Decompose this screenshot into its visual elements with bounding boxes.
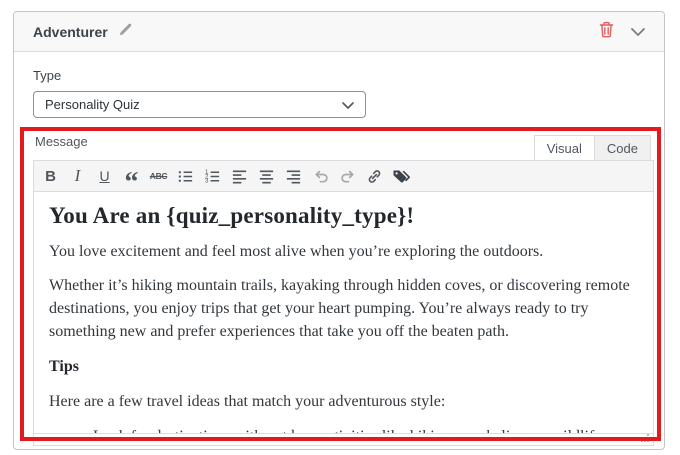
bullet-list-icon	[177, 168, 194, 185]
tab-code[interactable]: Code	[595, 135, 651, 160]
editor-content-area[interactable]: You Are an {quiz_personality_type}! You …	[34, 192, 653, 433]
quiz-result-panel: Adventurer	[13, 11, 665, 450]
strikethrough-icon: ABC	[150, 171, 168, 181]
tag-icon	[392, 168, 411, 185]
italic-button[interactable]: I	[67, 165, 89, 187]
edit-title-button[interactable]	[118, 21, 134, 42]
align-left-icon	[231, 168, 248, 185]
chevron-down-icon	[631, 23, 645, 41]
strikethrough-button[interactable]: ABC	[148, 165, 170, 187]
undo-icon	[312, 167, 330, 185]
tag-button[interactable]	[391, 165, 413, 187]
editor-toolbar: B I U “ ABC	[34, 161, 653, 192]
select-chevron-down-icon	[342, 97, 354, 112]
bullet-list-button[interactable]	[175, 165, 197, 187]
blockquote-button[interactable]: “	[121, 165, 143, 187]
blockquote-icon: “	[125, 178, 139, 188]
numbered-list-button[interactable]: 1 2 3	[202, 165, 224, 187]
bold-button[interactable]: B	[40, 165, 62, 187]
panel-title: Adventurer	[33, 24, 108, 40]
pencil-icon	[118, 21, 134, 42]
link-button[interactable]	[364, 165, 386, 187]
redo-button[interactable]	[337, 165, 359, 187]
tips-list-item: Look for destinations with outdoor activ…	[93, 425, 638, 433]
panel-body: Type Personality Quiz Message Visual Cod…	[14, 52, 664, 446]
message-header: Message Visual Code	[33, 133, 654, 160]
tab-visual[interactable]: Visual	[534, 135, 595, 160]
result-heading: You Are an {quiz_personality_type}!	[49, 202, 638, 229]
result-paragraph-1: You love excitement and feel most alive …	[49, 240, 638, 263]
delete-button[interactable]	[599, 21, 614, 43]
underline-button[interactable]: U	[94, 165, 116, 187]
tips-subheading: Tips	[49, 355, 638, 378]
type-select[interactable]: Personality Quiz	[33, 91, 366, 118]
trash-icon	[599, 21, 614, 43]
resize-grabber-icon[interactable]	[647, 440, 649, 442]
message-label: Message	[35, 134, 88, 149]
type-select-value: Personality Quiz	[45, 97, 140, 112]
align-right-icon	[285, 168, 302, 185]
result-paragraph-2: Whether it’s hiking mountain trails, kay…	[49, 274, 638, 343]
numbered-list-icon: 1 2 3	[204, 168, 221, 185]
italic-icon: I	[75, 166, 81, 186]
undo-button[interactable]	[310, 165, 332, 187]
editor-statusbar	[34, 433, 653, 445]
collapse-button[interactable]	[631, 23, 645, 41]
bold-icon: B	[45, 168, 56, 185]
result-paragraph-3: Here are a few travel ideas that match y…	[49, 390, 638, 413]
underline-icon: U	[99, 168, 109, 184]
panel-header: Adventurer	[14, 12, 664, 52]
editor-tabs: Visual Code	[534, 135, 651, 160]
type-label: Type	[33, 68, 654, 83]
tips-list: Look for destinations with outdoor activ…	[49, 425, 638, 433]
message-editor: B I U “ ABC	[33, 160, 654, 446]
align-left-button[interactable]	[229, 165, 251, 187]
svg-text:3: 3	[205, 177, 209, 184]
align-center-button[interactable]	[256, 165, 278, 187]
link-icon	[366, 168, 383, 185]
align-right-button[interactable]	[283, 165, 305, 187]
redo-icon	[339, 167, 357, 185]
align-center-icon	[258, 168, 275, 185]
